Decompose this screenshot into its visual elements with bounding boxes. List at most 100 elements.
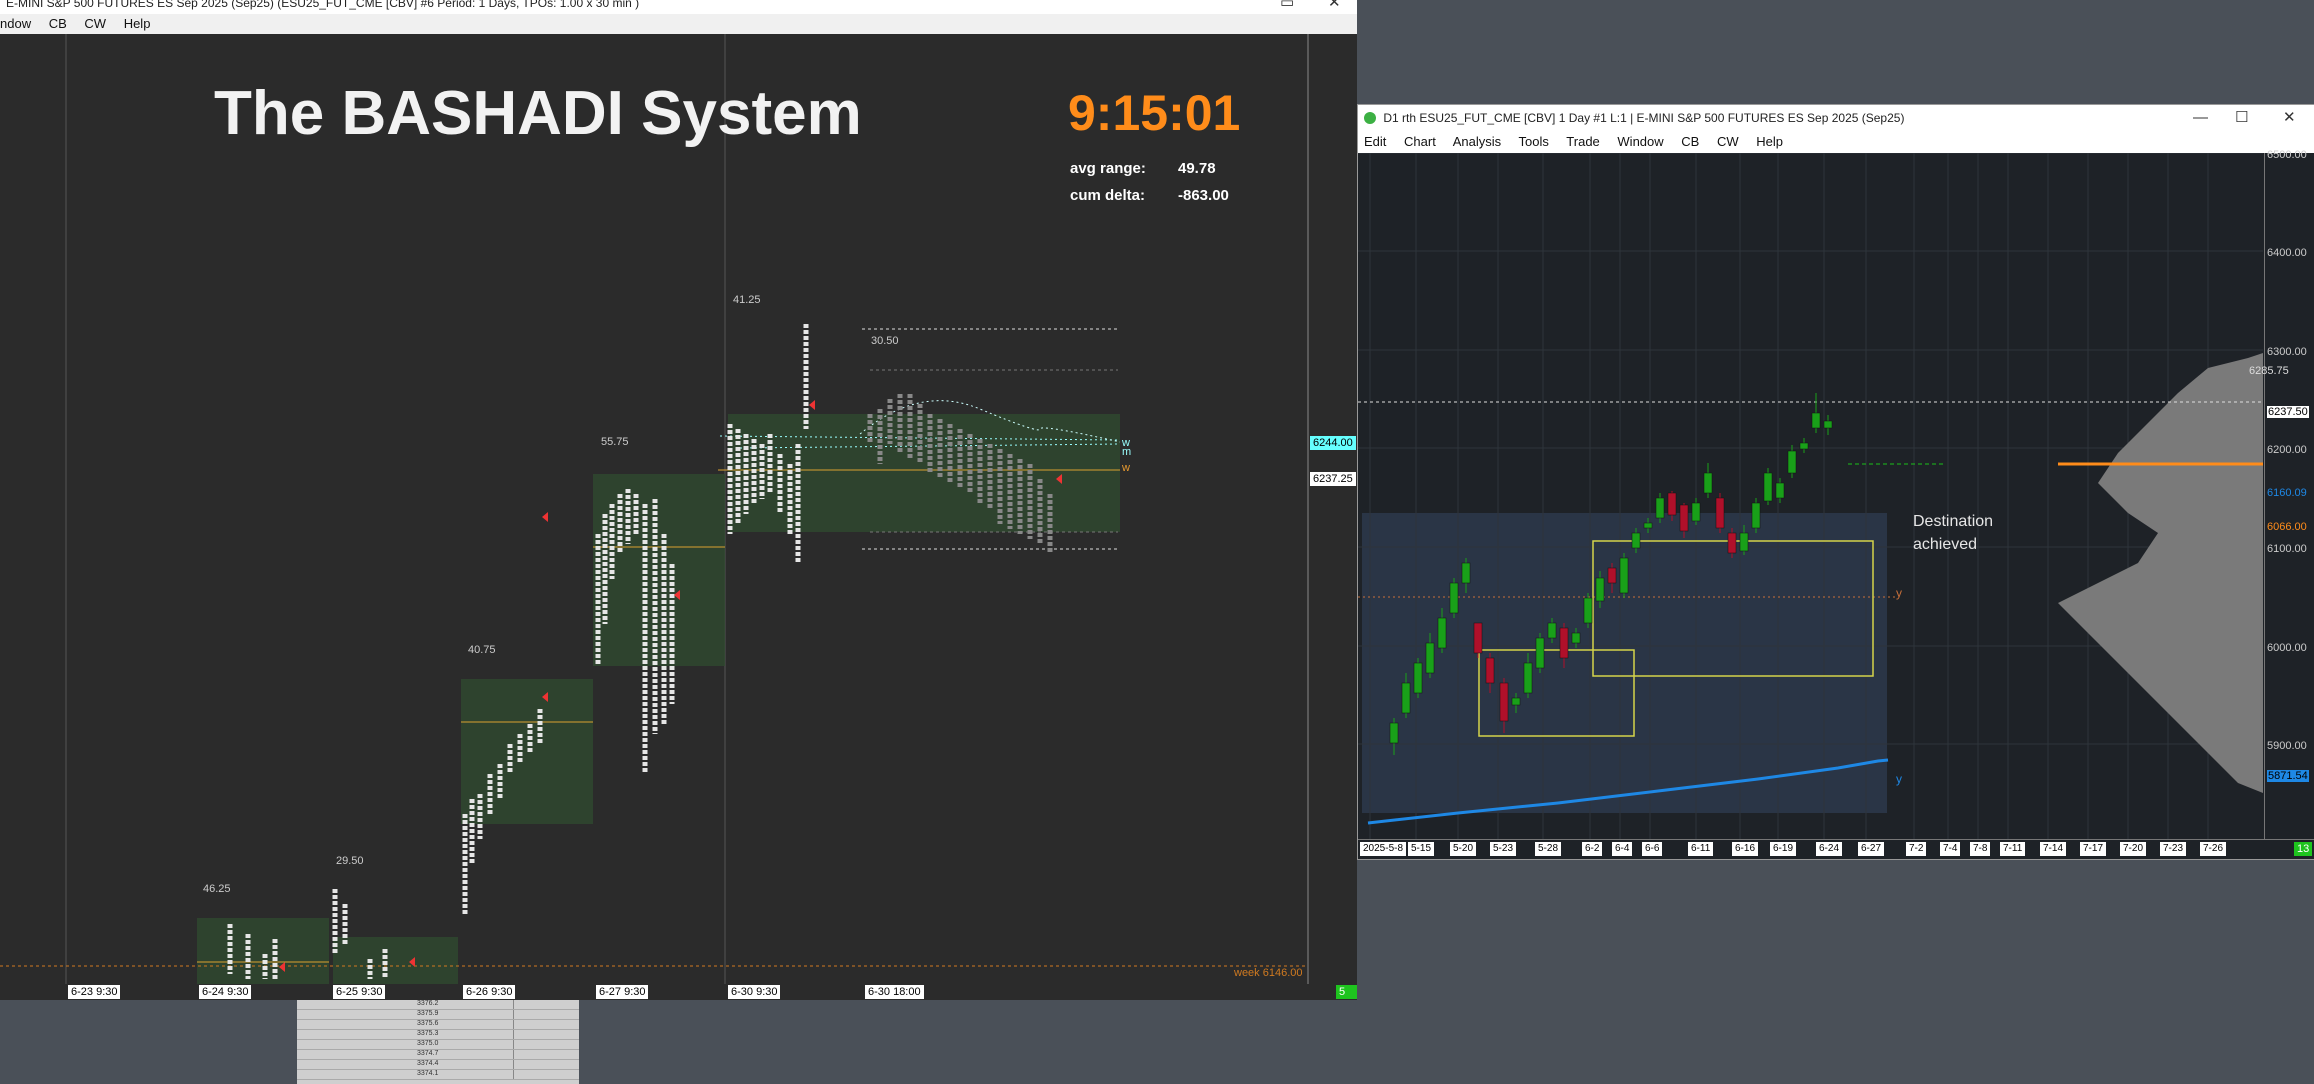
candle-body [1643,522,1653,529]
time-label: 6-26 9:30 [463,985,516,999]
left-menu-window[interactable]: ndow [0,16,31,31]
candle-body [1461,562,1471,584]
close-icon[interactable]: ✕ [2283,107,2296,129]
candle-body [1449,582,1459,614]
menu-edit[interactable]: Edit [1364,134,1386,149]
left-tpo-chart[interactable] [0,34,1357,1000]
price-tag: 6285.75 [2249,365,2289,377]
left-title-bar[interactable]: E-MINI S&P 500 FUTURES ES Sep 2025 (Sep2… [0,0,1357,14]
price-axis-label: 6000.00 [2267,642,2307,654]
ladder-row[interactable]: 3375.6 [297,1020,579,1030]
annotation-line1: Destination [1913,513,1994,530]
candle-body [1485,657,1495,684]
candle-body [1523,662,1533,694]
ladder-price: 3376.2 [417,1000,439,1007]
time-label: 6-30 18:00 [865,985,924,999]
candle-body [1511,697,1521,706]
price-axis-label: 6400.00 [2267,247,2307,259]
candle-body [1401,682,1411,714]
candle-body [1631,532,1641,549]
time-label: 6-30 9:30 [728,985,781,999]
date-label: 6-27 [1858,842,1885,856]
ladder-row[interactable]: 3375.0 [297,1040,579,1050]
candle-body [1691,502,1701,522]
left-menu-help[interactable]: Help [124,16,151,31]
ladder-price: 3375.0 [417,1040,439,1047]
date-label: 7-17 [2080,842,2107,856]
ladder-row[interactable]: 3375.9 [297,1010,579,1020]
cum-delta-value: -863.00 [1178,187,1229,204]
menu-cw[interactable]: CW [1717,134,1739,149]
ladder-row[interactable]: 3374.4 [297,1060,579,1070]
price-axis-label: 6500.00 [2267,149,2307,161]
candle-body [1473,622,1483,654]
corner-badge[interactable]: 5 E [1336,985,1357,999]
candle-body [1679,504,1689,532]
right-chart-window[interactable]: D1 rth ESU25_FUT_CME [CBV] 1 Day #1 L:1 … [1357,104,2314,860]
candle-body [1811,412,1821,429]
candle-body [1667,492,1677,516]
date-label: 6-2 [1582,842,1603,856]
date-label: 5-23 [1490,842,1517,856]
menu-help[interactable]: Help [1756,134,1783,149]
daily-candle-chart[interactable] [1358,153,2314,843]
minimize-icon[interactable]: — [2193,107,2208,129]
ladder-price: 3374.4 [417,1060,439,1067]
ladder-price: 3374.7 [417,1050,439,1057]
candle-body [1547,622,1557,639]
candle-body [1413,662,1423,694]
candle-body [1655,497,1665,519]
avg-range-value: 49.78 [1178,160,1216,177]
price-tag: 5871.54 [2267,770,2309,782]
range-label: 55.75 [601,436,629,448]
ladder-price: 3374.1 [417,1070,439,1077]
ladder-row[interactable]: 3375.3 [297,1030,579,1040]
candle-body [1775,482,1785,499]
ladder-price: 3375.6 [417,1020,439,1027]
range-label: 29.50 [336,855,364,867]
ladder-row[interactable]: 3374.1 [297,1070,579,1080]
price-tag: 6160.09 [2267,487,2307,499]
menu-trade[interactable]: Trade [1566,134,1599,149]
right-menu-bar: Edit Chart Analysis Tools Trade Window C… [1358,131,2314,153]
time-label: 6-25 9:30 [333,985,386,999]
candle-body [1763,472,1773,502]
date-label: 7-11 [2000,842,2026,856]
left-menu-cw[interactable]: CW [84,16,106,31]
candle-body [1583,597,1593,624]
candle-body [1787,450,1797,474]
ladder-row[interactable]: 3376.2 [297,1000,579,1010]
date-label: 5-20 [1450,842,1477,856]
right-window-title: D1 rth ESU25_FUT_CME [CBV] 1 Day #1 L:1 … [1383,111,1905,125]
date-label: 6-24 [1816,842,1843,856]
candle-body [1727,532,1737,554]
right-title-bar[interactable]: D1 rth ESU25_FUT_CME [CBV] 1 Day #1 L:1 … [1358,105,2314,131]
menu-tools[interactable]: Tools [1519,134,1549,149]
menu-chart[interactable]: Chart [1404,134,1436,149]
y-tag: y [1896,586,1902,600]
candle-body [1739,532,1749,552]
menu-cb[interactable]: CB [1681,134,1699,149]
left-menu-bar: ndow CB CW Help [0,14,1357,34]
price-tag-white: 6237.25 [1310,472,1356,486]
date-label: 5-28 [1535,842,1562,856]
left-chart-window[interactable]: E-MINI S&P 500 FUTURES ES Sep 2025 (Sep2… [0,0,1357,1000]
date-label: 6-11 [1688,842,1714,856]
price-axis: 6500.00 6400.00 6300.00 6200.00 6100.00 … [2249,149,2314,843]
menu-window[interactable]: Window [1617,134,1663,149]
menu-analysis[interactable]: Analysis [1453,134,1501,149]
date-label: 6-6 [1642,842,1663,856]
ladder-row[interactable]: 3374.7 [297,1050,579,1060]
left-close-icon[interactable]: ✕ [1328,0,1341,14]
candle-body [1559,627,1569,659]
avg-range-label: avg range: [1070,160,1146,177]
maximize-icon[interactable]: ☐ [2235,107,2248,129]
candle-body [1437,617,1447,649]
candle-body [1535,637,1545,669]
corner-badge[interactable]: 13 [2294,842,2313,856]
dom-ladder[interactable]: 3376.2 3375.9 3375.6 3375.3 3375.0 3374.7 3374… [297,1000,579,1084]
range-label: 30.50 [871,335,899,347]
left-menu-cb[interactable]: CB [49,16,67,31]
left-minimize-icon[interactable]: ▭ [1280,0,1294,14]
price-tag-cyan: 6244.00 [1310,436,1356,450]
